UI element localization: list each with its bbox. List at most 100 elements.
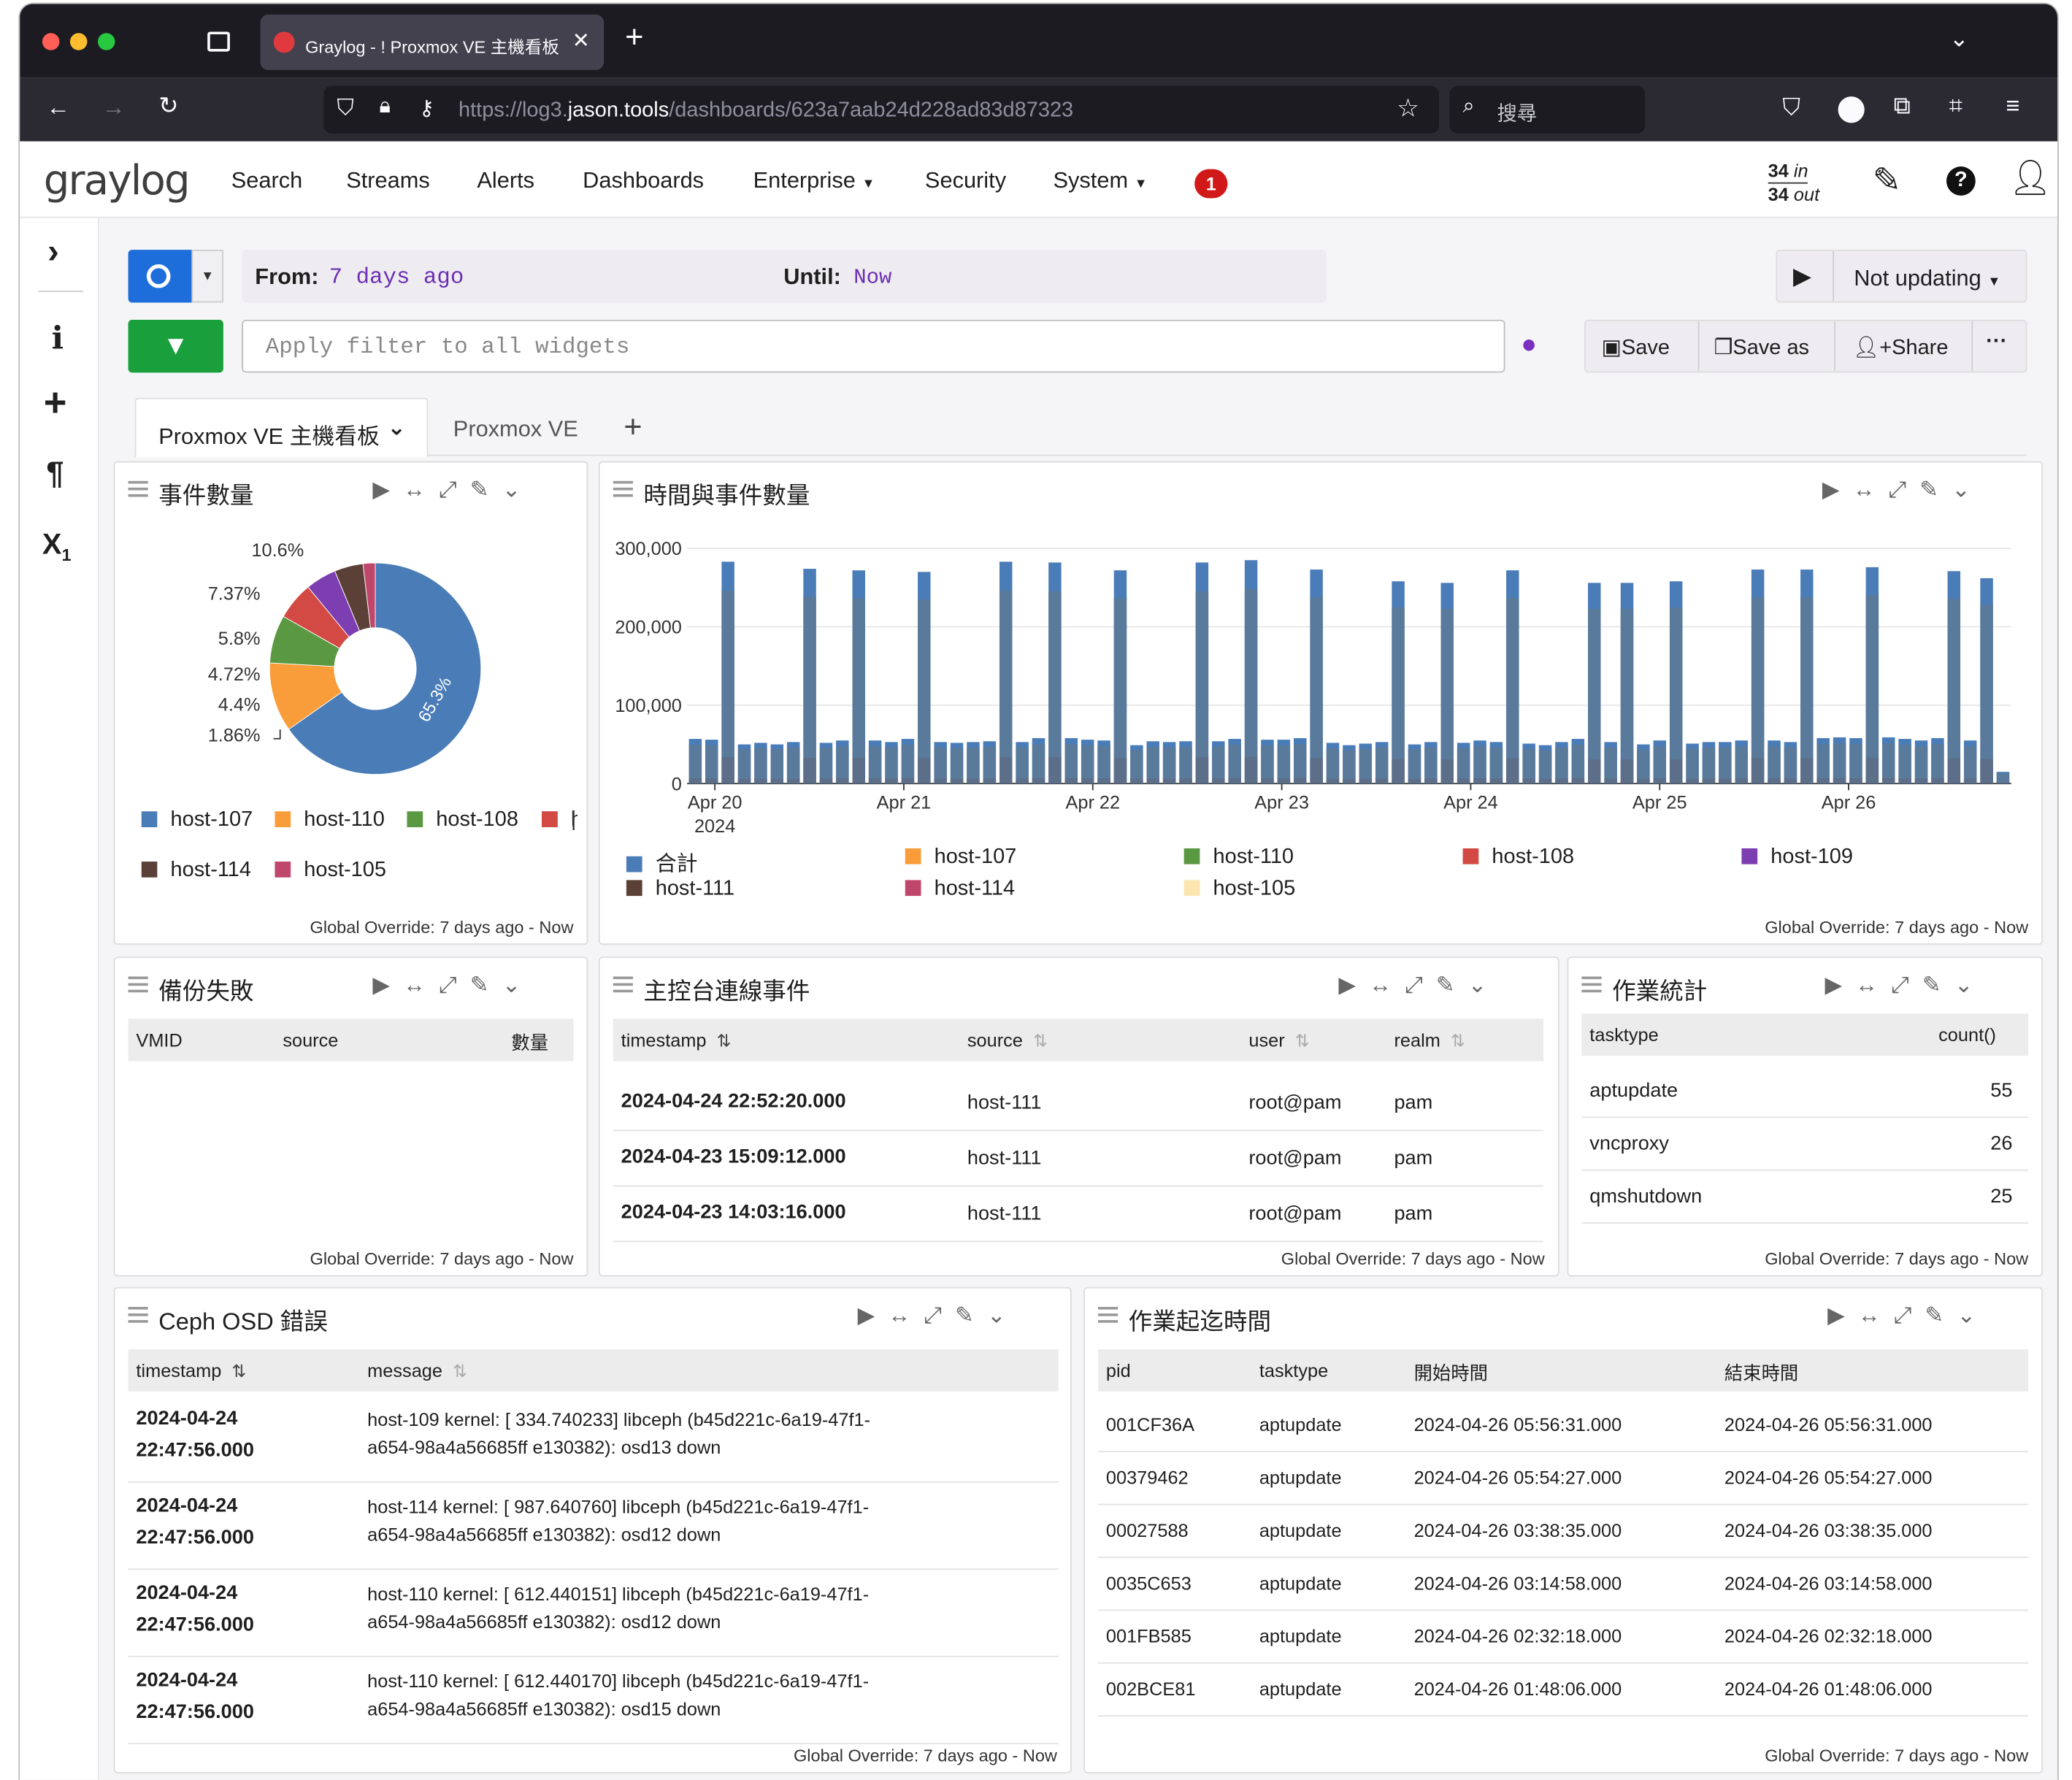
bar-43[interactable] (1392, 581, 1405, 784)
legend-item-host-109[interactable]: | (542, 809, 576, 833)
bar-56[interactable] (1604, 742, 1617, 784)
nav-search[interactable]: Search (231, 168, 303, 194)
column-header-tasktype[interactable]: tasktype (1589, 1024, 1658, 1046)
widget-actions[interactable]: ▶↔⤢✎⌄ (1338, 973, 1500, 999)
column-header-timestamp[interactable]: timestamp ⇅ (621, 1029, 732, 1052)
legend-item-host-109[interactable]: host-109 (1741, 845, 1853, 870)
bar-20[interactable] (1016, 742, 1029, 784)
cell-start-time[interactable]: 2024-04-26 02:32:18.000 (1414, 1625, 1622, 1646)
legend-item-host-110[interactable]: host-110 (1183, 845, 1294, 870)
reload-icon[interactable]: ↻ (158, 93, 178, 120)
bar-23[interactable] (1064, 737, 1078, 784)
minimize-window-button[interactable] (69, 33, 88, 50)
drag-handle-icon[interactable] (128, 1306, 148, 1323)
legend-item-host-105[interactable]: host-105 (1183, 878, 1295, 902)
bar-29[interactable] (1162, 742, 1176, 784)
drag-handle-icon[interactable] (613, 976, 633, 993)
expand-sidebar-icon[interactable]: › (47, 231, 59, 272)
legend-item-host-110[interactable]: host-110 (275, 809, 385, 833)
bar-48[interactable] (1473, 740, 1486, 784)
column-header-pid[interactable]: pid (1106, 1359, 1131, 1381)
legend-item-host-107[interactable]: host-107 (905, 845, 1016, 870)
nav-streams[interactable]: Streams (346, 168, 430, 194)
bar-73[interactable] (1882, 737, 1895, 784)
cell-count[interactable]: 25 (1990, 1185, 2012, 1208)
bar-28[interactable] (1146, 741, 1159, 784)
cell-message-line1[interactable]: host-109 kernel: [ 334.740233] libceph (… (367, 1408, 870, 1430)
cell-date[interactable]: 2024-04-24 (136, 1581, 237, 1604)
legend-item-host-114[interactable]: host-114 (905, 878, 1015, 902)
key-icon[interactable]: ⚷ (419, 95, 434, 121)
bar-24[interactable] (1081, 740, 1094, 784)
save-button[interactable]: ▣Save (1602, 334, 1670, 361)
drag-handle-icon[interactable] (128, 480, 148, 497)
cell-time[interactable]: 22:47:56.000 (136, 1439, 254, 1462)
bar-77[interactable] (1947, 571, 1961, 784)
widget-actions[interactable]: ▶↔⤢✎⌄ (372, 973, 534, 999)
column-header-tasktype[interactable]: tasktype (1259, 1359, 1328, 1381)
tab-overview-icon[interactable] (207, 31, 230, 52)
cell-pid[interactable]: 001FB585 (1106, 1625, 1192, 1646)
tab-chevron-down-icon[interactable]: ⌄ (387, 415, 406, 441)
bar-71[interactable] (1849, 737, 1862, 784)
column-header-end-time[interactable]: 結束時間 (1724, 1359, 1798, 1386)
url-bar[interactable]: ⛉ 🔒︎ ⚷ https://log3.jason.tools/dashboar… (323, 85, 1439, 134)
column-header-start-time[interactable]: 開始時間 (1414, 1359, 1488, 1386)
bar-19[interactable] (999, 561, 1013, 784)
bar-64[interactable] (1735, 740, 1748, 784)
cell-message-line2[interactable]: a654-98a4a56685ff e130382): osd12 down (367, 1611, 721, 1632)
cell-user[interactable]: root@pam (1248, 1092, 1341, 1114)
cell-timestamp[interactable]: 2024-04-24 22:52:20.000 (621, 1090, 846, 1113)
bar-35[interactable] (1261, 740, 1274, 784)
legend-item-host-105[interactable]: host-105 (275, 859, 386, 883)
time-range-type-button[interactable]: ▼ (128, 250, 223, 303)
column-header-user[interactable]: user ⇅ (1248, 1029, 1309, 1052)
cell-start-time[interactable]: 2024-04-26 05:54:27.000 (1414, 1467, 1622, 1488)
notification-badge[interactable]: 1 (1194, 169, 1228, 199)
lock-icon[interactable]: 🔒︎ (379, 95, 390, 119)
cell-tasktype[interactable]: aptupdate (1259, 1414, 1342, 1435)
nav-security[interactable]: Security (925, 168, 1006, 194)
legend-item-host-114[interactable]: host-114 (141, 859, 251, 883)
bar-36[interactable] (1277, 740, 1291, 784)
bar-52[interactable] (1538, 745, 1552, 784)
bar-63[interactable] (1719, 742, 1732, 784)
bar-53[interactable] (1555, 742, 1568, 784)
bar-32[interactable] (1212, 741, 1225, 784)
bar-18[interactable] (983, 741, 997, 784)
cell-realm[interactable]: pam (1394, 1147, 1432, 1170)
query-tips-bulb-icon[interactable]: ● (1521, 330, 1537, 361)
bar-6[interactable] (786, 742, 800, 784)
widget-actions[interactable]: ▶↔⤢✎⌄ (1824, 973, 1986, 999)
bar-57[interactable] (1620, 583, 1634, 784)
cell-end-time[interactable]: 2024-04-26 03:14:58.000 (1724, 1573, 1933, 1594)
bar-55[interactable] (1588, 583, 1601, 784)
bar-31[interactable] (1195, 562, 1209, 784)
bar-0[interactable] (688, 739, 702, 784)
cell-pid[interactable]: 002BCE81 (1106, 1679, 1196, 1700)
shield-icon[interactable]: ⛉ (337, 95, 354, 121)
bar-17[interactable] (967, 742, 980, 784)
tab-main-dashboard[interactable]: Proxmox VE 主機看板 ⌄ (134, 397, 429, 458)
search-filter-button[interactable]: ▼ (128, 319, 223, 373)
cell-source[interactable]: host-111 (967, 1202, 1042, 1225)
cell-source[interactable]: host-111 (967, 1092, 1042, 1114)
nav-dashboards[interactable]: Dashboards (583, 168, 704, 194)
bar-34[interactable] (1244, 560, 1258, 784)
crop-icon[interactable]: ⌗ (1949, 93, 1962, 120)
bar-50[interactable] (1506, 570, 1519, 784)
legend-item-合計[interactable]: 合計 (626, 845, 698, 877)
column-header-vmid[interactable]: VMID (136, 1029, 182, 1051)
bar-58[interactable] (1637, 744, 1650, 784)
cell-message-line2[interactable]: a654-98a4a56685ff e130382): osd15 down (367, 1698, 721, 1719)
bar-15[interactable] (934, 742, 947, 784)
save-as-button[interactable]: ❐Save as (1714, 334, 1809, 361)
bar-66[interactable] (1768, 740, 1781, 784)
bar-59[interactable] (1653, 740, 1667, 784)
time-range-display[interactable]: From: 7 days ago Until: Now (242, 250, 1327, 303)
add-page-icon[interactable]: + (623, 410, 642, 447)
cell-end-time[interactable]: 2024-04-26 05:54:27.000 (1724, 1467, 1933, 1488)
widget-actions[interactable]: ▶↔⤢✎⌄ (1827, 1303, 1989, 1330)
legend-item-host-108[interactable]: host-108 (1462, 845, 1574, 870)
bar-33[interactable] (1228, 739, 1241, 784)
